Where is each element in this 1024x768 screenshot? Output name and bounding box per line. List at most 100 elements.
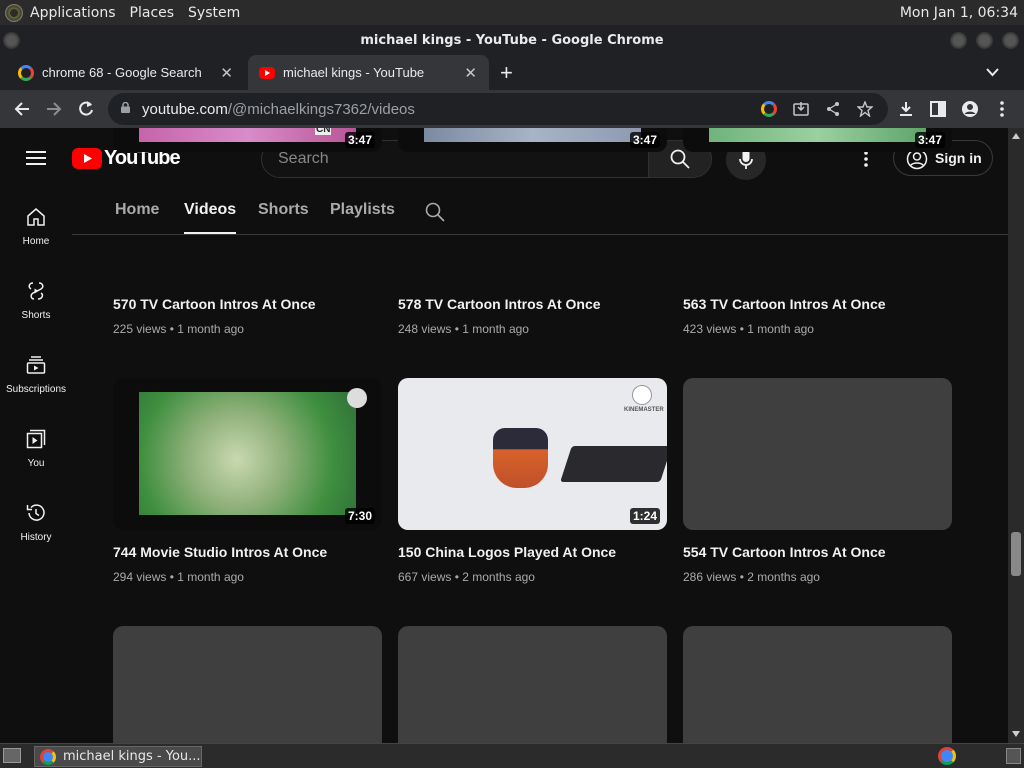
- downloads-icon[interactable]: [897, 100, 915, 118]
- show-desktop-icon[interactable]: [3, 748, 21, 763]
- scroll-up-icon[interactable]: [1012, 133, 1020, 139]
- video-thumbnail[interactable]: 3:47: [683, 128, 952, 152]
- sidebar-item-subscriptions[interactable]: Subscriptions: [0, 346, 72, 420]
- video-title[interactable]: 578 TV Cartoon Intros At Once: [398, 296, 601, 312]
- sidebar-label: You: [27, 458, 45, 469]
- video-title[interactable]: 570 TV Cartoon Intros At Once: [113, 296, 316, 312]
- applications-menu[interactable]: Applications: [23, 5, 123, 21]
- video-thumbnail-placeholder[interactable]: [683, 378, 952, 530]
- tab-search-chevron-icon[interactable]: [986, 68, 999, 77]
- video-meta: 294 views • 1 month ago: [113, 570, 244, 584]
- reload-icon[interactable]: [77, 100, 95, 118]
- thumbnail-image: [424, 128, 641, 142]
- settings-more-icon[interactable]: [862, 150, 870, 168]
- page-scrollbar[interactable]: [1008, 128, 1024, 743]
- video-meta: 225 views • 1 month ago: [113, 322, 244, 336]
- thumbnail-phone-graphic: [560, 446, 667, 482]
- close-tab-icon[interactable]: ✕: [464, 64, 477, 82]
- tab-home[interactable]: Home: [115, 201, 159, 219]
- hamburger-menu-icon[interactable]: [26, 150, 46, 166]
- tab-videos[interactable]: Videos: [184, 201, 237, 234]
- video-thumbnail[interactable]: CN 3:47: [113, 128, 382, 152]
- sidebar-item-history[interactable]: History: [0, 494, 72, 568]
- tab-playlists[interactable]: Playlists: [330, 201, 395, 219]
- sidebar-label: History: [20, 532, 52, 543]
- video-duration: 3:47: [629, 132, 660, 148]
- video-thumbnail[interactable]: KINEMASTER 1:24: [398, 378, 667, 530]
- share-icon[interactable]: [825, 101, 841, 117]
- new-tab-icon[interactable]: +: [500, 60, 513, 86]
- tab-shorts[interactable]: Shorts: [258, 201, 309, 219]
- taskbar-window-label: michael kings - You...: [63, 749, 201, 764]
- back-icon[interactable]: [13, 100, 31, 118]
- sidebar-label: Shorts: [21, 310, 51, 321]
- youtube-favicon-icon: [259, 66, 275, 79]
- chrome-menu-icon[interactable]: [997, 100, 1007, 118]
- video-title[interactable]: 744 Movie Studio Intros At Once: [113, 544, 327, 560]
- panel-clock[interactable]: Mon Jan 1, 06:34: [900, 5, 1024, 21]
- video-thumbnail-placeholder[interactable]: [113, 626, 382, 743]
- video-thumbnail-placeholder[interactable]: [398, 626, 667, 743]
- video-thumbnail[interactable]: 7:30: [113, 378, 382, 530]
- video-thumbnail-placeholder[interactable]: [683, 626, 952, 743]
- video-meta: 667 views • 2 months ago: [398, 570, 535, 584]
- video-duration: 3:47: [914, 132, 945, 148]
- you-icon: [26, 429, 46, 449]
- lock-icon[interactable]: [121, 102, 130, 113]
- channel-search-icon[interactable]: [425, 202, 445, 222]
- kinemaster-text: KINEMASTER: [624, 407, 664, 413]
- bookmark-star-icon[interactable]: [857, 101, 873, 117]
- taskbar-window-button[interactable]: michael kings - You...: [34, 746, 202, 767]
- chrome-tray-icon[interactable]: [938, 747, 956, 765]
- workspace-switcher[interactable]: [1006, 748, 1021, 764]
- home-icon: [27, 208, 45, 226]
- video-duration: 1:24: [629, 508, 660, 524]
- window-title: michael kings - YouTube - Google Chrome: [360, 32, 664, 48]
- gnome-foot-icon[interactable]: [5, 3, 23, 22]
- window-menu-icon[interactable]: [3, 32, 20, 49]
- browser-toolbar: youtube.com/@michaelkings7362/videos: [0, 90, 1024, 128]
- video-title[interactable]: 554 TV Cartoon Intros At Once: [683, 544, 886, 560]
- window-title-bar: michael kings - YouTube - Google Chrome: [0, 25, 1024, 55]
- tab-strip: chrome 68 - Google Search ✕ michael king…: [0, 55, 1024, 90]
- kinemaster-watermark-icon: [632, 385, 652, 405]
- sidebar-item-you[interactable]: You: [0, 420, 72, 494]
- install-app-icon[interactable]: [793, 101, 809, 117]
- channel-tabs: Home Videos Shorts Playlists: [72, 188, 1008, 235]
- close-window-icon[interactable]: [1002, 32, 1019, 49]
- video-duration: 7:30: [344, 508, 375, 524]
- side-panel-icon[interactable]: [929, 100, 947, 118]
- maximize-icon[interactable]: [976, 32, 993, 49]
- shorts-icon: [28, 282, 44, 300]
- kinemaster-watermark-icon: [347, 388, 367, 408]
- scroll-thumb[interactable]: [1011, 532, 1021, 576]
- mini-guide-sidebar: Home Shorts Subscriptions You History: [0, 188, 72, 743]
- sidebar-label: Subscriptions: [5, 384, 67, 395]
- tab-label: michael kings - YouTube: [283, 65, 425, 80]
- sidebar-item-home[interactable]: Home: [0, 198, 72, 272]
- places-menu[interactable]: Places: [123, 5, 182, 21]
- sign-in-label: Sign in: [935, 150, 982, 166]
- system-menu[interactable]: System: [181, 5, 247, 21]
- forward-icon[interactable]: [45, 100, 63, 118]
- video-title[interactable]: 150 China Logos Played At Once: [398, 544, 616, 560]
- tab-youtube[interactable]: michael kings - YouTube ✕: [248, 55, 489, 90]
- tab-label: chrome 68 - Google Search: [42, 65, 202, 80]
- video-thumbnail[interactable]: 3:47: [398, 128, 667, 152]
- cn-logo: CN: [315, 128, 332, 135]
- profile-icon[interactable]: [961, 100, 979, 118]
- video-title[interactable]: 563 TV Cartoon Intros At Once: [683, 296, 886, 312]
- google-lens-icon[interactable]: [761, 101, 777, 117]
- thumbnail-image: [493, 428, 548, 488]
- microphone-icon: [739, 149, 753, 169]
- sidebar-item-shorts[interactable]: Shorts: [0, 272, 72, 346]
- gnome-top-panel: Applications Places System Mon Jan 1, 06…: [0, 0, 1024, 25]
- scroll-down-icon[interactable]: [1012, 731, 1020, 737]
- address-bar[interactable]: youtube.com/@michaelkings7362/videos: [108, 93, 888, 125]
- video-meta: 286 views • 2 months ago: [683, 570, 820, 584]
- tab-google-search[interactable]: chrome 68 - Google Search ✕: [0, 55, 245, 90]
- minimize-icon[interactable]: [950, 32, 967, 49]
- search-icon: [670, 149, 690, 169]
- close-tab-icon[interactable]: ✕: [220, 64, 233, 82]
- chrome-icon: [40, 749, 56, 765]
